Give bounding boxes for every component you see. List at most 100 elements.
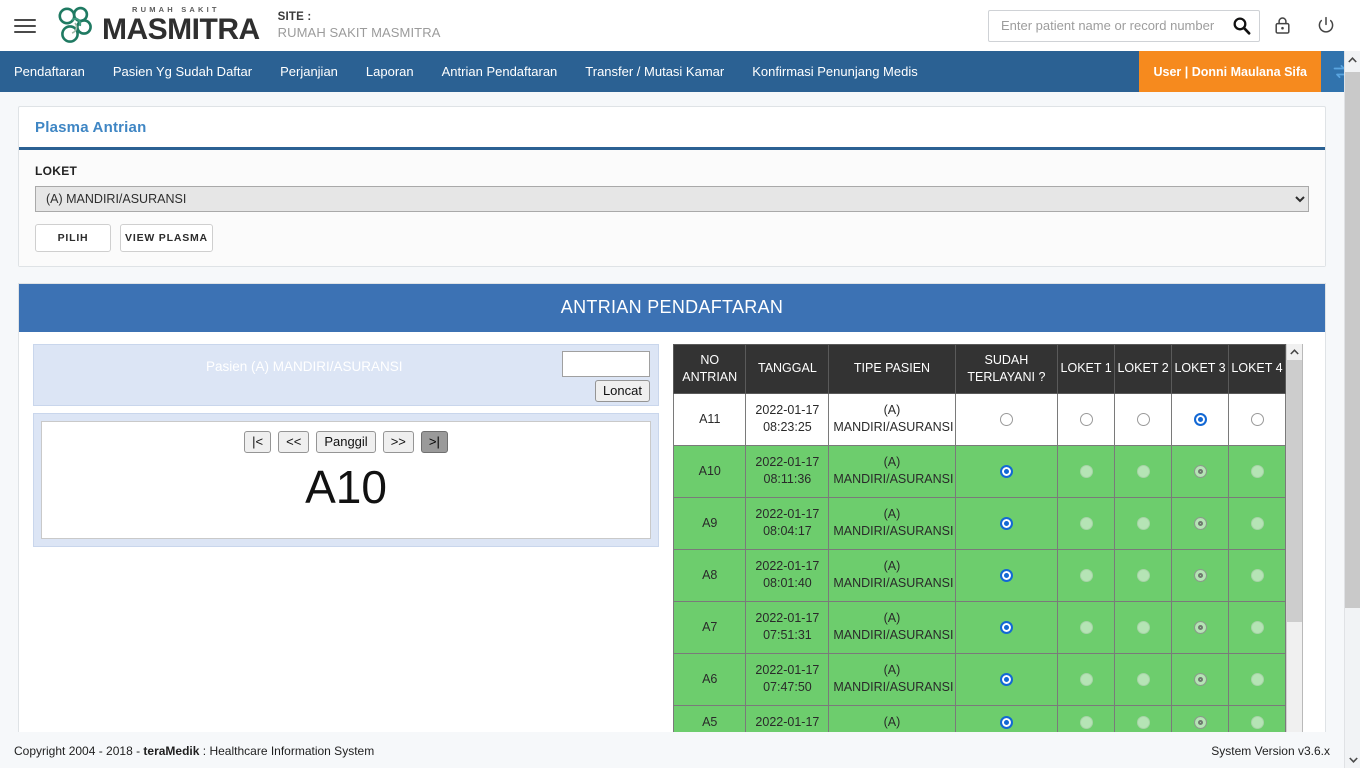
cell-loket-3-radio[interactable]: [1193, 672, 1207, 686]
cell-loket-2-radio[interactable]: [1136, 412, 1150, 426]
last-button[interactable]: >|: [420, 431, 448, 454]
page-scroll-thumb[interactable]: [1345, 72, 1360, 608]
cell-loket-3[interactable]: [1171, 548, 1230, 602]
cell-loket-3-radio[interactable]: [1193, 412, 1207, 426]
power-logout-button[interactable]: [1304, 6, 1348, 46]
brand-logo[interactable]: RUMAH SAKIT MASMITRA: [54, 5, 260, 47]
cell-sudah-terlayani[interactable]: [954, 496, 1059, 550]
cell-loket-4[interactable]: [1228, 600, 1286, 654]
view-plasma-button[interactable]: VIEW PLASMA: [120, 224, 213, 252]
loncat-button[interactable]: Loncat: [594, 380, 650, 403]
cell-loket-3[interactable]: [1171, 652, 1230, 706]
jump-number-input[interactable]: [562, 351, 650, 377]
table-scroll-up-button[interactable]: [1287, 344, 1302, 360]
cell-loket-2-radio[interactable]: [1136, 568, 1150, 582]
cell-loket-2[interactable]: [1114, 392, 1173, 446]
panggil-button[interactable]: Panggil: [316, 431, 376, 454]
cell-sudah-terlayani-radio[interactable]: [999, 464, 1013, 478]
cell-loket-3-radio[interactable]: [1193, 568, 1207, 582]
cell-loket-2[interactable]: [1114, 600, 1173, 654]
copyright-prefix: Copyright 2004 - 2018 -: [14, 743, 144, 758]
cell-sudah-terlayani[interactable]: [954, 548, 1059, 602]
cell-sudah-terlayani[interactable]: [954, 444, 1059, 498]
cell-sudah-terlayani-radio[interactable]: [999, 672, 1013, 686]
lock-button[interactable]: [1260, 6, 1304, 46]
table-scroll-thumb[interactable]: [1287, 360, 1302, 622]
pilih-button[interactable]: PILIH: [35, 224, 111, 252]
cell-loket-2-radio[interactable]: [1136, 715, 1150, 729]
cell-sudah-terlayani[interactable]: [954, 600, 1059, 654]
cell-loket-1[interactable]: [1057, 444, 1116, 498]
cell-sudah-terlayani-radio[interactable]: [999, 715, 1013, 729]
nav-item-pendaftaran[interactable]: Pendaftaran: [0, 51, 99, 92]
nav-item-laporan[interactable]: Laporan: [352, 51, 428, 92]
nav-item-transfer-mutasi-kamar[interactable]: Transfer / Mutasi Kamar: [571, 51, 738, 92]
page-scroll-down-button[interactable]: [1345, 751, 1360, 768]
cell-loket-4[interactable]: [1228, 548, 1286, 602]
cell-loket-2-radio[interactable]: [1136, 464, 1150, 478]
cell-loket-2-radio[interactable]: [1136, 672, 1150, 686]
cell-loket-3-radio[interactable]: [1193, 516, 1207, 530]
nav-item-antrian-pendaftaran[interactable]: Antrian Pendaftaran: [428, 51, 572, 92]
page-scrollbar[interactable]: [1344, 51, 1360, 768]
nav-item-perjanjian[interactable]: Perjanjian: [266, 51, 352, 92]
cell-loket-4-radio[interactable]: [1250, 672, 1264, 686]
cell-loket-1[interactable]: [1057, 652, 1116, 706]
cell-loket-4-radio[interactable]: [1250, 620, 1264, 634]
cell-loket-2-radio[interactable]: [1136, 516, 1150, 530]
prev-button[interactable]: <<: [278, 431, 310, 454]
cell-loket-4-radio[interactable]: [1250, 464, 1264, 478]
cell-loket-4-radio[interactable]: [1250, 412, 1264, 426]
hamburger-menu-icon[interactable]: [14, 13, 40, 39]
cell-loket-1[interactable]: [1057, 392, 1116, 446]
cell-loket-1-radio[interactable]: [1079, 620, 1093, 634]
cell-loket-1[interactable]: [1057, 548, 1116, 602]
nav-item-pasien-yg-sudah-daftar[interactable]: Pasien Yg Sudah Daftar: [99, 51, 266, 92]
cell-loket-4[interactable]: [1228, 392, 1286, 446]
cell-loket-1[interactable]: [1057, 496, 1116, 550]
cell-loket-4[interactable]: [1228, 496, 1286, 550]
table-scrollbar[interactable]: [1286, 344, 1302, 748]
cell-loket-1-radio[interactable]: [1079, 412, 1093, 426]
cell-sudah-terlayani-radio[interactable]: [999, 412, 1013, 426]
cell-loket-3[interactable]: [1171, 496, 1230, 550]
cell-loket-2[interactable]: [1114, 548, 1173, 602]
cell-loket-3[interactable]: [1171, 600, 1230, 654]
cell-loket-2[interactable]: [1114, 496, 1173, 550]
cell-sudah-terlayani[interactable]: [954, 652, 1059, 706]
cell-loket-2[interactable]: [1114, 444, 1173, 498]
cell-loket-4-radio[interactable]: [1250, 715, 1264, 729]
antrian-body: Pasien (A) MANDIRI/ASURANSI Loncat |< <<…: [19, 332, 1325, 748]
nav-item-konfirmasi-penunjang-medis[interactable]: Konfirmasi Penunjang Medis: [738, 51, 931, 92]
cell-loket-2-radio[interactable]: [1136, 620, 1150, 634]
next-button[interactable]: >>: [382, 431, 414, 454]
cell-sudah-terlayani[interactable]: [954, 392, 1059, 446]
cell-loket-3[interactable]: [1171, 444, 1230, 498]
loket-select[interactable]: (A) MANDIRI/ASURANSI: [35, 186, 1309, 212]
page-scroll-up-button[interactable]: [1345, 51, 1360, 68]
cell-loket-1-radio[interactable]: [1079, 715, 1093, 729]
patient-search-box[interactable]: [988, 9, 1260, 42]
cell-loket-4-radio[interactable]: [1250, 568, 1264, 582]
cell-loket-1-radio[interactable]: [1079, 672, 1093, 686]
cell-loket-1-radio[interactable]: [1079, 464, 1093, 478]
cell-loket-1[interactable]: [1057, 600, 1116, 654]
cell-loket-4[interactable]: [1228, 444, 1286, 498]
cell-loket-4-radio[interactable]: [1250, 516, 1264, 530]
user-account-badge[interactable]: User | Donni Maulana Sifa: [1139, 51, 1321, 92]
cell-loket-3[interactable]: [1171, 392, 1230, 446]
cell-loket-3-radio[interactable]: [1193, 715, 1207, 729]
cell-loket-2[interactable]: [1114, 652, 1173, 706]
cell-loket-1-radio[interactable]: [1079, 568, 1093, 582]
cell-loket-1-radio[interactable]: [1079, 516, 1093, 530]
search-icon[interactable]: [1232, 16, 1251, 35]
cell-loket-3-radio[interactable]: [1193, 620, 1207, 634]
cell-sudah-terlayani-radio[interactable]: [999, 516, 1013, 530]
first-button[interactable]: |<: [244, 431, 272, 454]
cell-sudah-terlayani-radio[interactable]: [999, 568, 1013, 582]
patient-search-input[interactable]: [999, 17, 1232, 34]
cell-sudah-terlayani-radio[interactable]: [999, 620, 1013, 634]
cell-loket-4[interactable]: [1228, 652, 1286, 706]
cell-no-antrian: A11: [673, 392, 747, 446]
cell-loket-3-radio[interactable]: [1193, 464, 1207, 478]
